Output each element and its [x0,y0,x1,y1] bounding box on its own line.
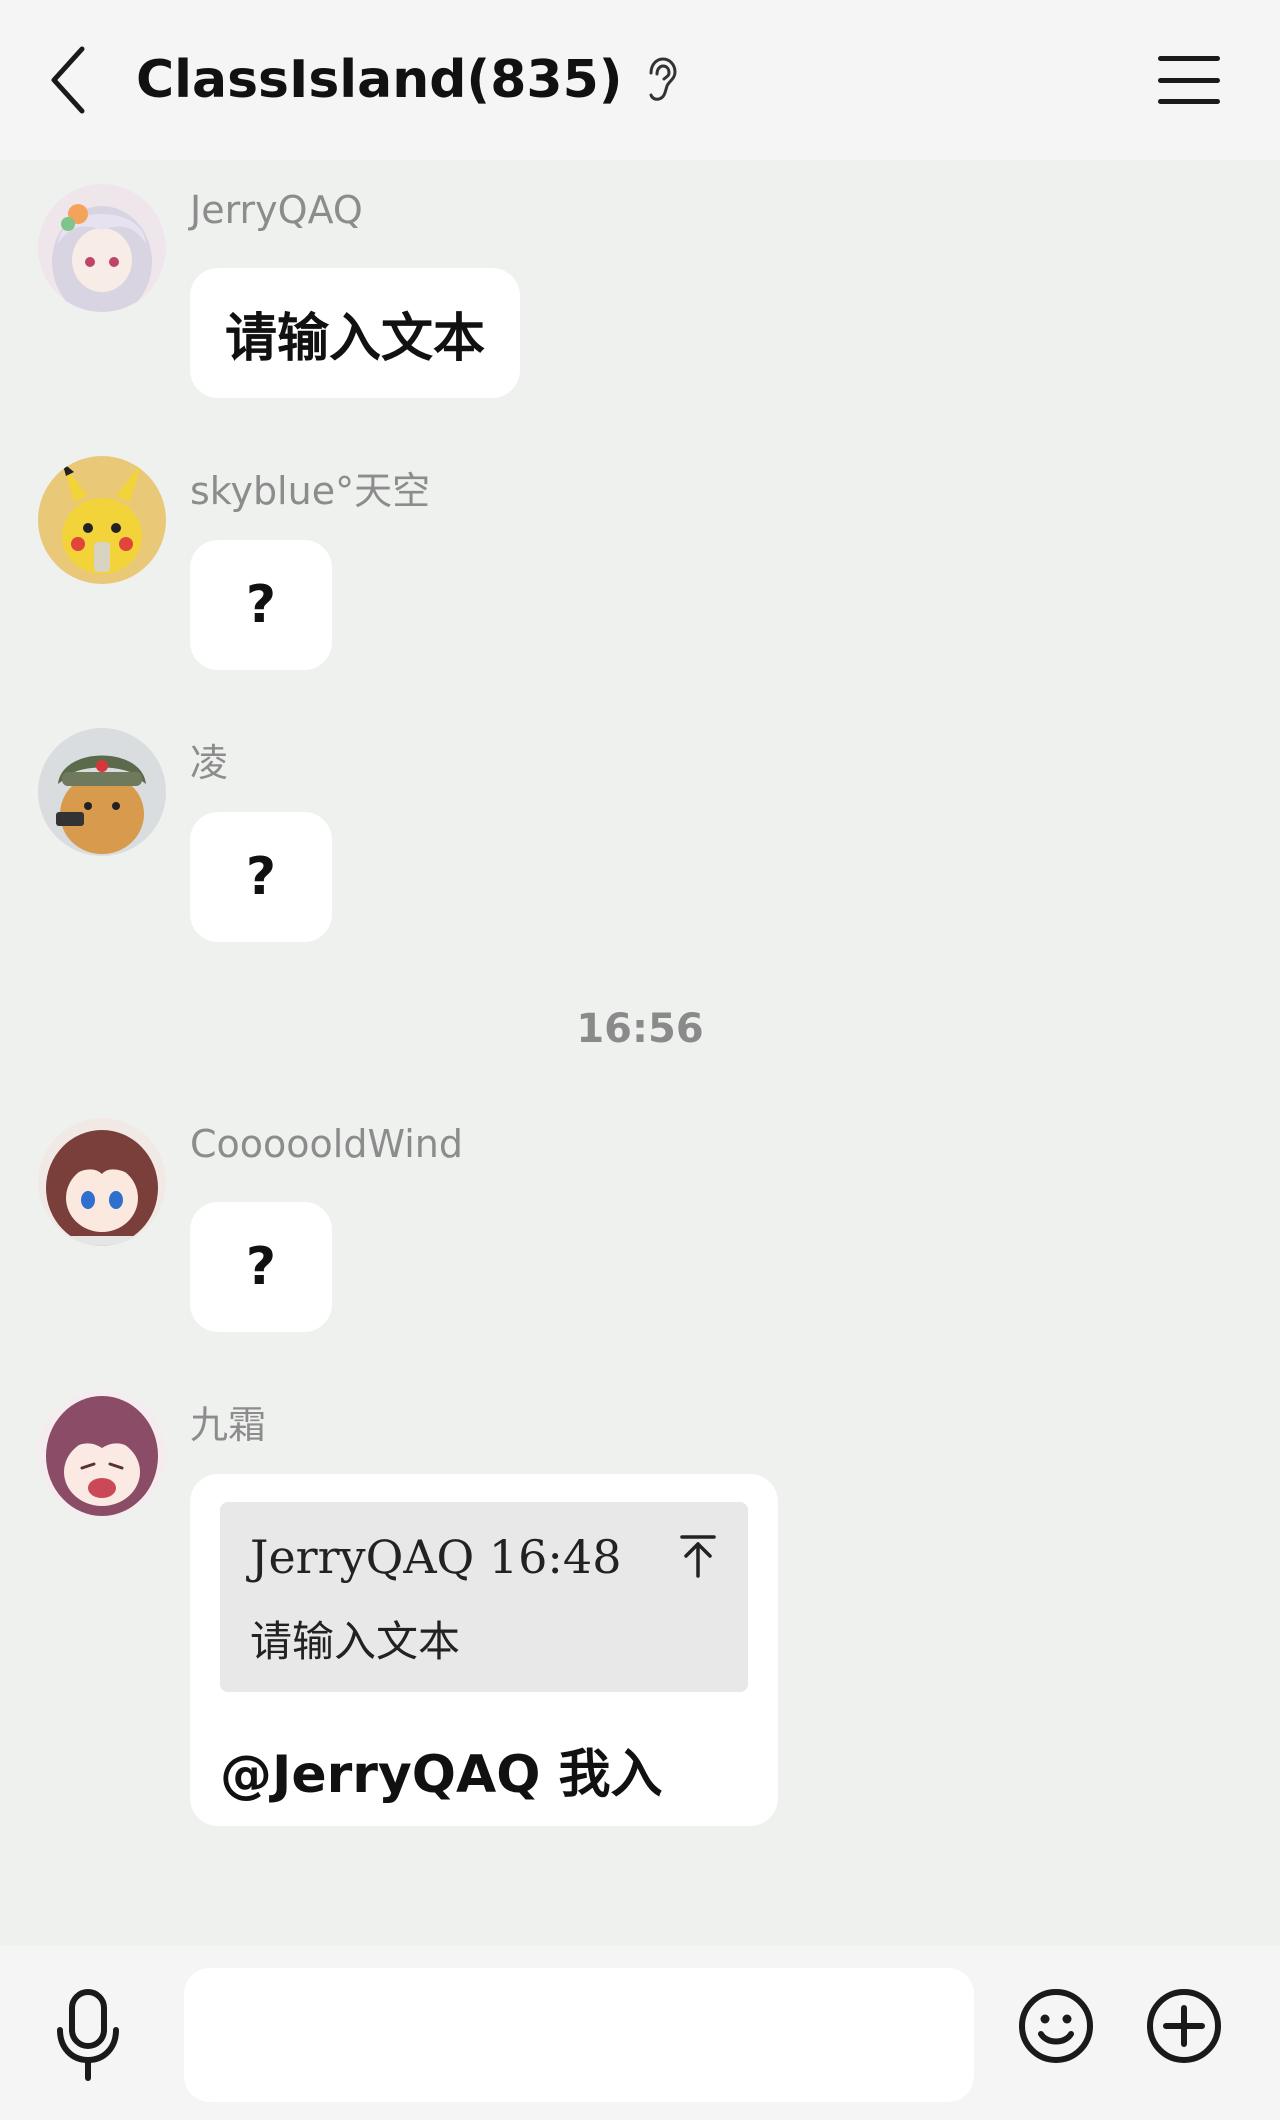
cat-soldier-avatar[interactable] [38,728,166,856]
more-button[interactable] [1144,1986,1224,2066]
quoted-message[interactable]: JerryQAQ 16:48 请输入文本 [220,1502,748,1692]
page-title: ClassIsland(835) [136,50,623,110]
quote-reply-bubble[interactable]: JerryQAQ 16:48 请输入文本 @JerryQAQ 我入 [190,1474,778,1826]
emoji-button[interactable] [1016,1986,1096,2066]
input-bar [0,1946,1280,2120]
microphone-icon [57,1989,119,2081]
laughing-girl-avatar[interactable] [38,1390,166,1518]
anime-brown-hair-avatar[interactable] [38,1118,166,1246]
sender-name: skyblue°天空 [190,469,431,513]
back-button[interactable] [38,40,98,120]
message-bubble[interactable]: ? [190,812,332,942]
quote-header: JerryQAQ 16:48 [250,1530,622,1584]
pikachu-avatar[interactable] [38,456,166,584]
reply-text: @JerryQAQ 我入 [220,1745,663,1805]
hamburger-menu-icon [1158,56,1220,61]
chevron-left-icon [51,46,85,114]
sender-name: JerryQAQ [190,188,363,232]
emoji-smile-icon [1019,1989,1093,2063]
sender-name: 九霜 [190,1403,267,1447]
quote-text: 请输入文本 [250,1617,461,1666]
title-group: ClassIsland(835) [136,48,685,112]
sender-name: 凌 [190,741,229,785]
message-bubble[interactable]: 请输入文本 [190,268,520,398]
message-input[interactable] [184,1968,974,2102]
sender-name: CoooooldWind [190,1122,463,1166]
plus-circle-icon [1147,1989,1221,2063]
chat-header: ClassIsland(835) [0,0,1280,160]
message-bubble[interactable]: ? [190,1202,332,1332]
message-list[interactable]: JerryQAQ 请输入文本 skyblue°天空 ? 凌 ? 16:56 Co… [0,160,1280,2096]
jump-to-top-icon[interactable] [676,1532,720,1580]
voice-button[interactable] [50,1984,126,2084]
anime-girl-avatar[interactable] [38,184,166,312]
message-bubble[interactable]: ? [190,540,332,670]
menu-button[interactable] [1154,50,1224,110]
time-separator: 16:56 [576,1006,704,1052]
ear-icon [645,56,685,104]
